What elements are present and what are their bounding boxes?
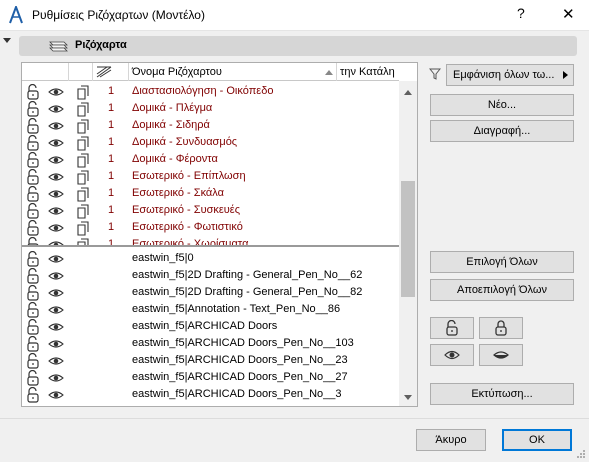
cancel-button[interactable]: Άκυρο [416, 429, 486, 451]
layer-name: eastwin_f5|2D Drafting - General_Pen_No_… [132, 269, 363, 281]
layer-name: Εσωτερικό - Σκάλα [132, 187, 224, 199]
footer-divider [0, 418, 589, 419]
layer-row[interactable]: eastwin_f5|Annotation - Text_Pen_No__86 [22, 301, 399, 318]
unlock-button[interactable] [430, 317, 474, 339]
pen-header-icon[interactable] [96, 66, 112, 78]
layer-row[interactable]: eastwin_f5|ARCHICAD Doors [22, 318, 399, 335]
layer-name: Δομικά - Συνδυασμός [132, 136, 238, 148]
scroll-up-icon[interactable] [404, 90, 412, 95]
filter-icon [429, 68, 441, 80]
layer-row[interactable]: eastwin_f5|ARCHICAD Doors_Pen_No__103 [22, 335, 399, 352]
resize-grip-icon[interactable] [576, 449, 586, 459]
window-title: Ρυθμίσεις Ριζόχαρτων (Μοντέλο) [32, 8, 205, 22]
layer-row[interactable]: eastwin_f5|ARCHICAD Doors_Pen_No__3 [22, 386, 399, 403]
help-button[interactable]: ? [517, 5, 525, 21]
layer-intersection-number: 1 [108, 85, 115, 97]
print-button[interactable]: Εκτύπωση... [430, 383, 574, 405]
layer-row[interactable]: 1 Εσωτερικό - Φωτιστικό [22, 219, 399, 236]
layer-row[interactable]: eastwin_f5|2D Drafting - General_Pen_No_… [22, 267, 399, 284]
layer-intersection-number: 1 [108, 119, 115, 131]
layer-row[interactable]: 1 Δομικά - Σιδηρά [22, 117, 399, 134]
layer-row[interactable]: 1 Δομικά - Φέροντα [22, 151, 399, 168]
header-separator [128, 63, 129, 81]
section-title: Ριζόχαρτα [75, 39, 127, 51]
ok-button[interactable]: OK [502, 429, 572, 451]
layer-name: Εσωτερικό - Συσκευές [132, 204, 240, 216]
layer-intersection-number: 1 [108, 170, 115, 182]
hidden-eye-icon [493, 351, 509, 359]
layer-row[interactable]: eastwin_f5|ARCHICAD Doors_Pen_No__27 [22, 369, 399, 386]
layer-name: Δομικά - Πλέγμα [132, 102, 213, 114]
layer-intersection-number: 1 [108, 136, 115, 148]
layer-name: eastwin_f5|ARCHICAD Doors_Pen_No__27 [132, 371, 348, 383]
layer-rows-top: 1 Διαστασιολόγηση - Οικόπεδο 1 Δομικά - Πλέ… [22, 83, 399, 246]
show-layers-button[interactable] [430, 344, 474, 366]
layer-intersection-number: 1 [108, 153, 115, 165]
hide-layers-button[interactable] [479, 344, 523, 366]
layer-row[interactable]: eastwin_f5|ARCHICAD Doors_Pen_No__23 [22, 352, 399, 369]
unlock-icon [446, 320, 458, 336]
layer-name: eastwin_f5|ARCHICAD Doors_Pen_No__103 [132, 337, 354, 349]
list-header: Όνομα Ριζόχαρτου την Κατάλη [22, 63, 399, 81]
layer-name: eastwin_f5|Annotation - Text_Pen_No__86 [132, 303, 341, 315]
delete-layer-button[interactable]: Διαγραφή... [430, 120, 574, 142]
layer-name: Δομικά - Φέροντα [132, 153, 218, 165]
layer-list: Όνομα Ριζόχαρτου την Κατάλη 1 Διαστασιολό… [21, 62, 418, 407]
select-all-button[interactable]: Επιλογή Όλων [430, 251, 574, 273]
layer-intersection-number: 1 [108, 221, 115, 233]
layer-row[interactable]: 1 Εσωτερικό - Επίπλωση [22, 168, 399, 185]
eye-icon [444, 350, 460, 360]
layer-name: Εσωτερικό - Επίπλωση [132, 170, 246, 182]
layer-rows-bottom: eastwin_f5|0 eastwin_f5|2D Drafting - Gen… [22, 250, 399, 406]
sort-arrow-icon [325, 70, 333, 75]
lock-icon [495, 320, 507, 336]
collapse-arrow-icon[interactable] [3, 38, 11, 43]
layer-row[interactable]: 1 Δομικά - Συνδυασμός [22, 134, 399, 151]
layer-name: eastwin_f5|0 [132, 252, 194, 264]
layer-row[interactable]: eastwin_f5|0 [22, 250, 399, 267]
layer-name: eastwin_f5|ARCHICAD Doors [132, 320, 278, 332]
layer-row[interactable]: 1 Εσωτερικό - Σκάλα [22, 185, 399, 202]
layer-name: Δομικά - Σιδηρά [132, 119, 210, 131]
layer-name: eastwin_f5|ARCHICAD Doors_Pen_No__23 [132, 354, 348, 366]
lock-button[interactable] [479, 317, 523, 339]
header-separator [68, 63, 69, 81]
scrollbar-thumb[interactable] [401, 181, 415, 297]
title-bar: Ρυθμίσεις Ριζόχαρτων (Μοντέλο) ? ✕ [0, 0, 589, 31]
layer-name: eastwin_f5|ARCHICAD Doors_Pen_No__3 [132, 388, 342, 400]
list-divider[interactable] [22, 245, 399, 247]
layer-row[interactable]: 1 Εσωτερικό - Συσκευές [22, 202, 399, 219]
eye-icon[interactable] [48, 387, 64, 406]
layers-icon [49, 41, 68, 52]
name-column-header[interactable]: Όνομα Ριζόχαρτου [132, 66, 222, 78]
header-separator [336, 63, 337, 81]
status-column-header[interactable]: την Κατάλη [340, 66, 398, 78]
section-header[interactable]: Ριζόχαρτα [19, 36, 577, 56]
layer-row[interactable]: 1 Διαστασιολόγηση - Οικόπεδο [22, 83, 399, 100]
close-button[interactable]: ✕ [562, 5, 575, 23]
scroll-down-icon[interactable] [404, 395, 412, 400]
show-all-dropdown[interactable]: Εμφάνιση όλων τω... [446, 64, 574, 86]
layer-name: Διαστασιολόγηση - Οικόπεδο [132, 85, 274, 97]
new-layer-button[interactable]: Νέο... [430, 94, 574, 116]
vertical-scrollbar[interactable] [399, 81, 417, 406]
unlock-icon[interactable] [25, 386, 41, 406]
layer-intersection-number: 1 [108, 204, 115, 216]
layer-row[interactable]: 1 Δομικά - Πλέγμα [22, 100, 399, 117]
layer-row[interactable]: eastwin_f5|2D Drafting - General_Pen_No_… [22, 284, 399, 301]
dropdown-arrow-icon [563, 71, 568, 79]
archicad-logo-icon [9, 6, 23, 24]
header-separator [92, 63, 93, 81]
deselect-all-button[interactable]: Αποεπιλογή Όλων [430, 279, 574, 301]
layer-name: Εσωτερικό - Φωτιστικό [132, 221, 243, 233]
layer-intersection-number: 1 [108, 187, 115, 199]
show-all-label: Εμφάνιση όλων τω... [453, 69, 555, 81]
layer-intersection-number: 1 [108, 102, 115, 114]
layer-name: eastwin_f5|2D Drafting - General_Pen_No_… [132, 286, 363, 298]
